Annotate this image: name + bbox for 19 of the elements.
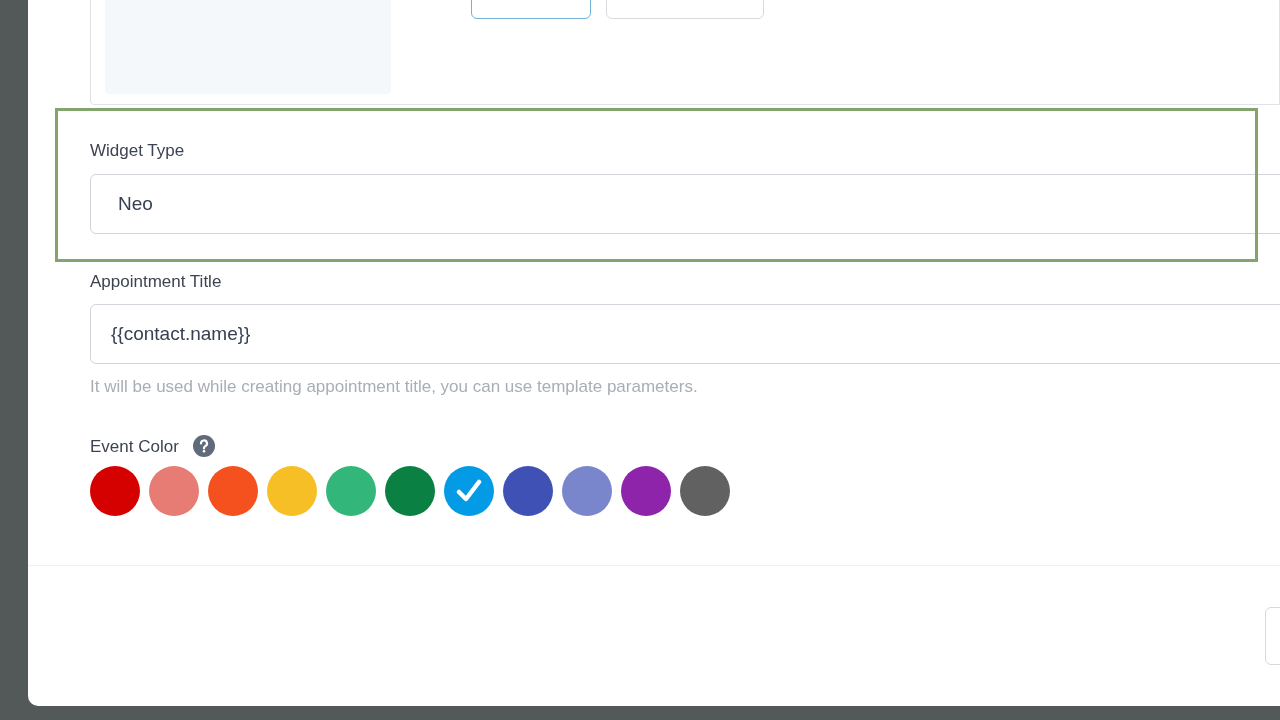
- hint-text: It will be used while creating appointment title, you can use template parameters.: [90, 376, 699, 398]
- color-swatch[interactable]: [503, 466, 553, 516]
- help-icon[interactable]: [192, 435, 215, 458]
- color-swatch[interactable]: [326, 466, 376, 516]
- color-swatch[interactable]: [149, 466, 199, 516]
- field-label: Event Color: [90, 435, 179, 458]
- select-field[interactable]: Neo: [90, 174, 1280, 234]
- color-swatch[interactable]: [680, 466, 730, 516]
- color-swatch[interactable]: [90, 466, 140, 516]
- color-swatch[interactable]: [562, 466, 612, 516]
- field-label: Widget Type: [90, 140, 186, 162]
- color-swatch[interactable]: [385, 466, 435, 516]
- input-field[interactable]: {{contact.name}}: [90, 304, 1280, 364]
- field-label: Appointment Title: [90, 271, 223, 293]
- color-swatch[interactable]: [267, 466, 317, 516]
- color-swatch[interactable]: [444, 466, 494, 516]
- check-icon: [456, 479, 482, 503]
- color-swatch[interactable]: [208, 466, 258, 516]
- color-swatch[interactable]: [621, 466, 671, 516]
